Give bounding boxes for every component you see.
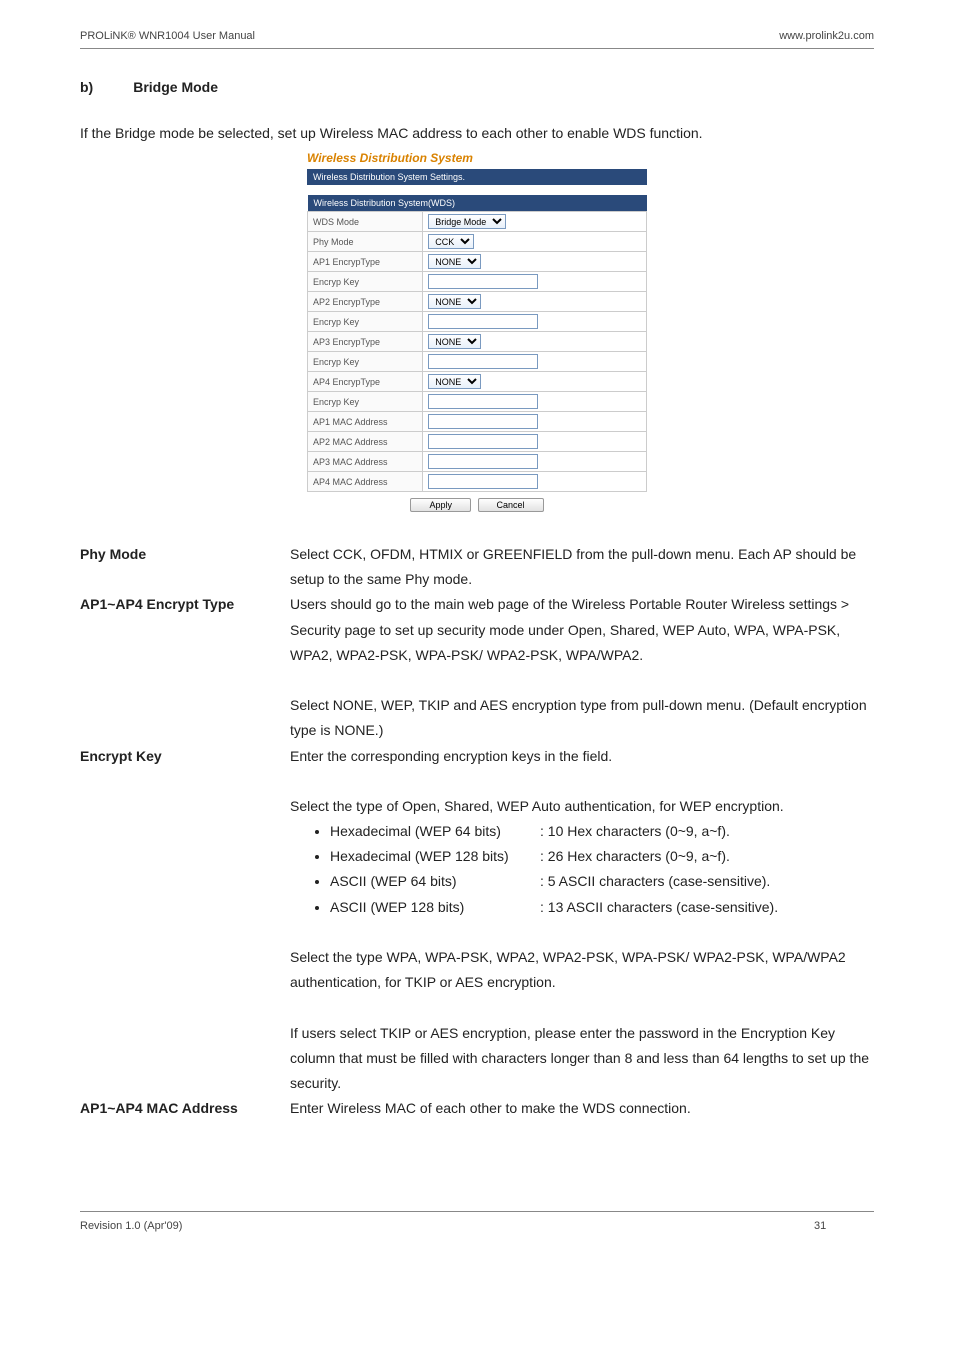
ap3-mac-input[interactable] <box>428 454 538 469</box>
field-label: WDS Mode <box>308 212 423 232</box>
section-title: Bridge Mode <box>133 79 218 95</box>
ap1-encryptype-select[interactable]: NONE <box>428 254 481 269</box>
list-item: Hexadecimal (WEP 64 bits): 10 Hex charac… <box>330 819 874 844</box>
def-term-mac-address: AP1~AP4 MAC Address <box>80 1096 280 1121</box>
def-text: Select the type of Open, Shared, WEP Aut… <box>290 794 874 819</box>
encrypt-key-input[interactable] <box>428 274 538 289</box>
field-label: AP2 EncrypType <box>308 292 423 312</box>
embedded-screenshot: Wireless Distribution System Wireless Di… <box>80 151 874 512</box>
field-label: Encryp Key <box>308 392 423 412</box>
ap4-encryptype-select[interactable]: NONE <box>428 374 481 389</box>
wds-settings-table: Wireless Distribution System(WDS) WDS Mo… <box>307 195 647 492</box>
header-left: PROLiNK® WNR1004 User Manual <box>80 30 255 42</box>
section-letter: b) <box>80 79 93 95</box>
encrypt-key-input[interactable] <box>428 354 538 369</box>
def-text: If users select TKIP or AES encryption, … <box>290 1021 874 1097</box>
apply-button[interactable]: Apply <box>410 498 471 512</box>
footer-revision: Revision 1.0 (Apr'09) <box>80 1220 814 1232</box>
ap2-mac-input[interactable] <box>428 434 538 449</box>
ap2-encryptype-select[interactable]: NONE <box>428 294 481 309</box>
field-label: Encryp Key <box>308 272 423 292</box>
def-text: Users should go to the main web page of … <box>290 592 874 668</box>
field-label: Phy Mode <box>308 232 423 252</box>
field-label: AP1 EncrypType <box>308 252 423 272</box>
ap3-encryptype-select[interactable]: NONE <box>428 334 481 349</box>
encrypt-key-input[interactable] <box>428 394 538 409</box>
screenshot-title: Wireless Distribution System <box>307 151 647 165</box>
field-label: AP4 MAC Address <box>308 472 423 492</box>
footer-page-number: 31 <box>814 1220 874 1232</box>
field-label: AP1 MAC Address <box>308 412 423 432</box>
screenshot-subtitle-bar: Wireless Distribution System Settings. <box>307 169 647 185</box>
ap4-mac-input[interactable] <box>428 474 538 489</box>
definitions-table: Phy Mode Select CCK, OFDM, HTMIX or GREE… <box>80 542 874 1121</box>
phy-mode-select[interactable]: CCK <box>428 234 474 249</box>
def-text: Select CCK, OFDM, HTMIX or GREENFIELD fr… <box>290 542 874 592</box>
field-label: AP3 MAC Address <box>308 452 423 472</box>
field-label: AP3 EncrypType <box>308 332 423 352</box>
wds-group-header: Wireless Distribution System(WDS) <box>308 195 647 212</box>
header-right: www.prolink2u.com <box>779 30 874 42</box>
section-heading: b) Bridge Mode <box>80 79 874 95</box>
def-text: Enter Wireless MAC of each other to make… <box>290 1096 874 1121</box>
list-item: ASCII (WEP 128 bits): 13 ASCII character… <box>330 895 874 920</box>
def-term-encrypt-key: Encrypt Key <box>80 744 280 1097</box>
list-item: ASCII (WEP 64 bits): 5 ASCII characters … <box>330 869 874 894</box>
field-label: Encryp Key <box>308 312 423 332</box>
def-term-encrypt-type: AP1~AP4 Encrypt Type <box>80 592 280 743</box>
section-intro: If the Bridge mode be selected, set up W… <box>80 125 874 141</box>
def-text: Select the type WPA, WPA-PSK, WPA2, WPA2… <box>290 945 874 995</box>
encrypt-key-input[interactable] <box>428 314 538 329</box>
field-label: AP4 EncrypType <box>308 372 423 392</box>
def-term-phy-mode: Phy Mode <box>80 542 280 592</box>
page-footer: Revision 1.0 (Apr'09) 31 <box>80 1211 874 1232</box>
ap1-mac-input[interactable] <box>428 414 538 429</box>
wds-mode-select[interactable]: Bridge Mode <box>428 214 506 229</box>
cancel-button[interactable]: Cancel <box>478 498 544 512</box>
field-label: AP2 MAC Address <box>308 432 423 452</box>
list-item: Hexadecimal (WEP 128 bits): 26 Hex chara… <box>330 844 874 869</box>
def-text: Enter the corresponding encryption keys … <box>290 744 874 769</box>
wep-options-list: Hexadecimal (WEP 64 bits): 10 Hex charac… <box>290 819 874 920</box>
field-label: Encryp Key <box>308 352 423 372</box>
page-header: PROLiNK® WNR1004 User Manual www.prolink… <box>80 30 874 49</box>
def-text: Select NONE, WEP, TKIP and AES encryptio… <box>290 693 874 743</box>
